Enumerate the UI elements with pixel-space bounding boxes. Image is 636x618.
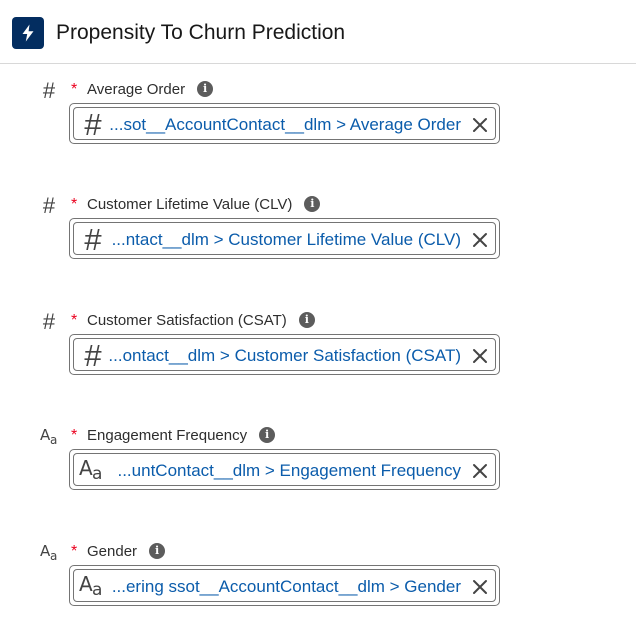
close-icon[interactable] <box>471 578 489 596</box>
number-type-icon: # <box>42 78 56 103</box>
number-type-icon: # <box>42 309 56 334</box>
field-label: Engagement Frequency i <box>87 426 276 446</box>
field-customer-lifetime-value: # * Customer Lifetime Value (CLV) i # ...… <box>0 194 636 264</box>
field-mapping-pill[interactable]: Aa ...untContact__dlm > Engagement Frequ… <box>69 449 500 490</box>
close-icon[interactable] <box>471 116 489 134</box>
mapped-field-value[interactable]: ...sot__AccountContact__dlm > Average Or… <box>109 108 461 141</box>
mapped-field-value[interactable]: ...ontact__dlm > Customer Satisfaction (… <box>108 339 461 372</box>
info-icon[interactable]: i <box>149 543 166 560</box>
lightning-bolt-icon <box>12 17 44 49</box>
info-icon[interactable]: i <box>197 81 214 98</box>
field-customer-satisfaction: # * Customer Satisfaction (CSAT) i # ...o… <box>0 310 636 380</box>
field-label: Average Order i <box>87 80 214 100</box>
number-type-icon: # <box>84 222 102 257</box>
text-type-icon: Aa <box>40 542 58 563</box>
field-mapping-pill[interactable]: # ...ontact__dlm > Customer Satisfaction… <box>69 334 500 375</box>
required-asterisk: * <box>71 196 78 213</box>
required-asterisk: * <box>71 81 78 98</box>
required-asterisk: * <box>71 312 78 329</box>
page-header: Propensity To Churn Prediction <box>0 0 636 64</box>
text-type-icon: Aa <box>40 426 58 447</box>
field-gender: Aa * Gender i Aa ...ering ssot__AccountCo… <box>0 541 636 611</box>
page-title: Propensity To Churn Prediction <box>56 21 346 44</box>
info-icon[interactable]: i <box>298 312 315 329</box>
text-type-icon: Aa <box>79 455 103 484</box>
number-type-icon: # <box>84 107 102 142</box>
mapped-field-value[interactable]: ...ntact__dlm > Customer Lifetime Value … <box>112 223 461 256</box>
close-icon[interactable] <box>471 347 489 365</box>
field-mapping-pill[interactable]: # ...sot__AccountContact__dlm > Average … <box>69 103 500 144</box>
field-label: Customer Satisfaction (CSAT) i <box>87 311 315 331</box>
text-type-icon: Aa <box>79 571 103 600</box>
field-average-order: # * Average Order i # ...sot__AccountCont… <box>0 79 636 149</box>
field-engagement-frequency: Aa * Engagement Frequency i Aa ...untCont… <box>0 425 636 495</box>
mapped-field-value[interactable]: ...ering ssot__AccountContact__dlm > Gen… <box>112 570 461 603</box>
info-icon[interactable]: i <box>259 427 276 444</box>
field-mapping-pill[interactable]: # ...ntact__dlm > Customer Lifetime Valu… <box>69 218 500 259</box>
field-mapping-pill[interactable]: Aa ...ering ssot__AccountContact__dlm > … <box>69 565 500 606</box>
required-asterisk: * <box>71 543 78 560</box>
mapped-field-value[interactable]: ...untContact__dlm > Engagement Frequenc… <box>117 454 461 487</box>
close-icon[interactable] <box>471 231 489 249</box>
field-label: Gender i <box>87 542 166 562</box>
close-icon[interactable] <box>471 462 489 480</box>
number-type-icon: # <box>42 193 56 218</box>
info-icon[interactable]: i <box>304 196 321 213</box>
field-label: Customer Lifetime Value (CLV) i <box>87 195 321 215</box>
required-asterisk: * <box>71 427 78 444</box>
number-type-icon: # <box>84 338 102 373</box>
